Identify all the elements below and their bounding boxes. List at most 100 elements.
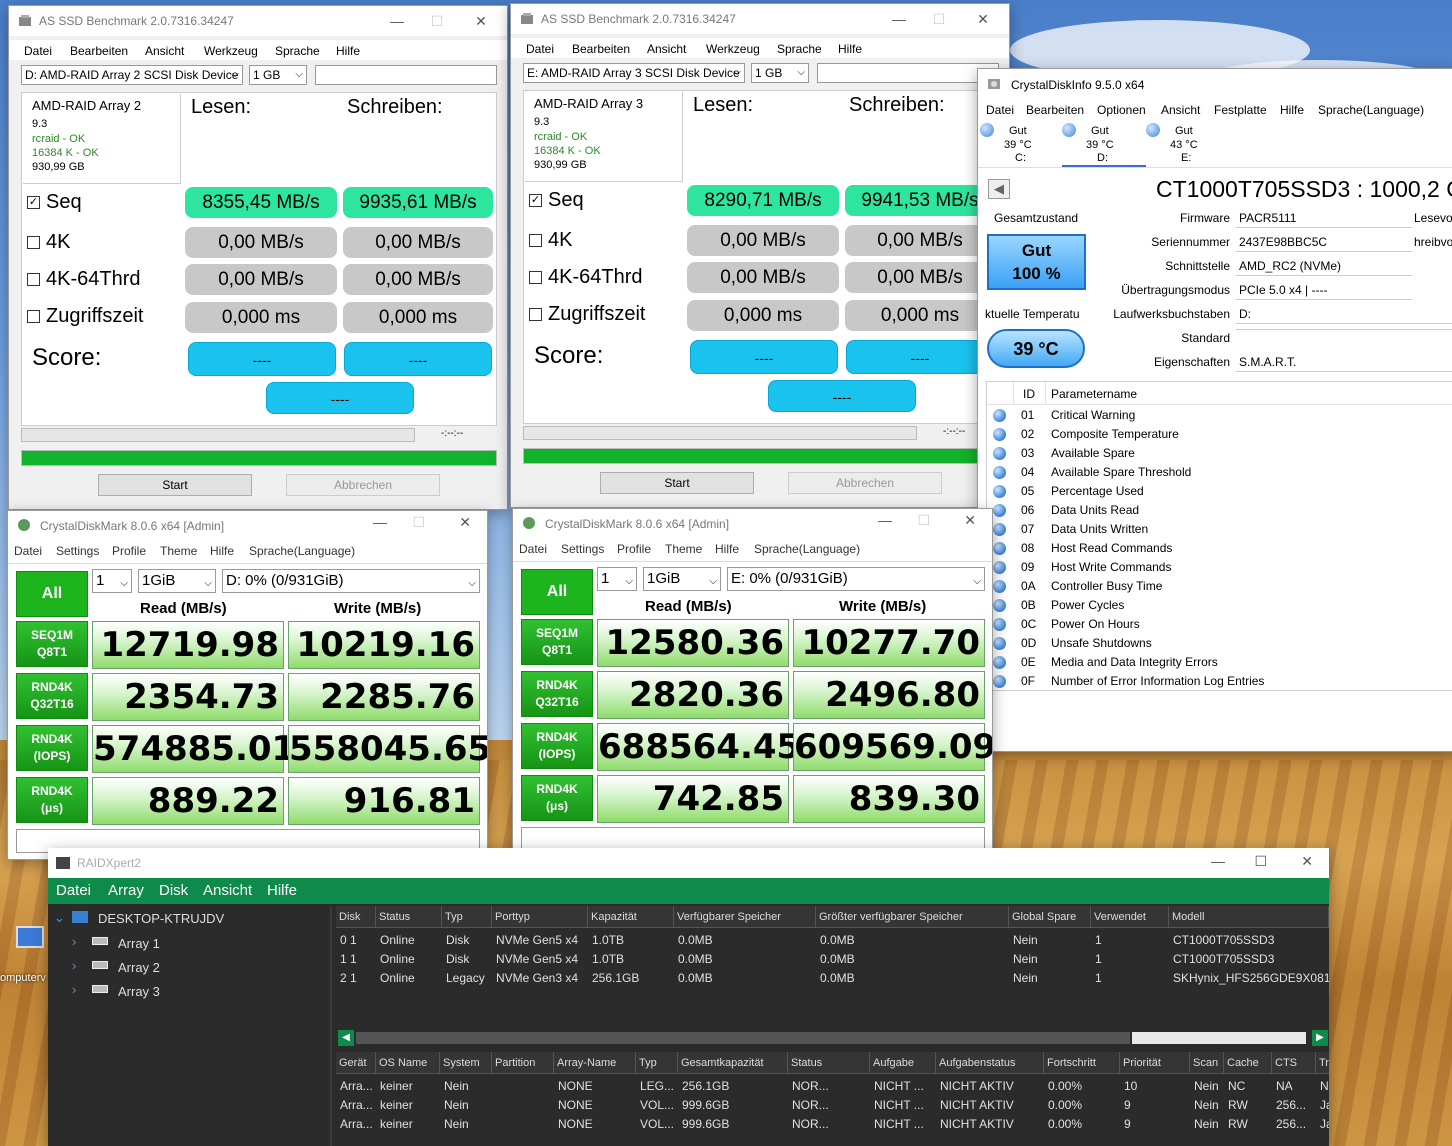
disk-column-header[interactable]: Verwendet xyxy=(1091,906,1169,928)
disk-row[interactable]: 1 1 Online Disk NVMe Gen5 x4 1.0TB 0.0MB 0.0MB… xyxy=(336,949,1329,968)
horizontal-scrollbar[interactable]: ◀ ▶ xyxy=(338,1030,1328,1046)
disk-column-header[interactable]: Porttyp xyxy=(492,906,588,928)
array-column-header[interactable]: Scan xyxy=(1190,1052,1224,1074)
drive-select[interactable]: D: AMD-RAID Array 2 SCSI Disk Device ⌵ xyxy=(21,65,243,85)
menu-festplatte[interactable]: Festplatte xyxy=(1214,103,1267,117)
row-4k-64thrd[interactable]: 4K-64Thrd xyxy=(27,268,141,291)
disk-column-header[interactable]: Global Spare xyxy=(1009,906,1091,928)
4k-64thrd-checkbox[interactable] xyxy=(529,271,542,285)
size-select[interactable]: 1GiB ⌵ xyxy=(138,569,216,593)
seq-checkbox[interactable]: ✓ xyxy=(27,196,40,210)
cancel-button[interactable]: Abbrechen xyxy=(788,472,942,494)
menu-disk[interactable]: Disk xyxy=(159,882,188,899)
array-column-header[interactable]: Cache xyxy=(1224,1052,1272,1074)
drive-select[interactable]: E: 0% (0/931GiB) ⌵ xyxy=(727,567,985,591)
menu-datei[interactable]: Datei xyxy=(986,103,1014,117)
maximize-button[interactable]: ☐ xyxy=(417,10,457,32)
smart-row[interactable]: 06 Data Units Read xyxy=(987,501,1452,520)
menu-datei[interactable]: Datei xyxy=(526,42,554,56)
row-seq[interactable]: ✓ Seq xyxy=(27,191,82,214)
smart-row[interactable]: 0D Unsafe Shutdowns xyxy=(987,634,1452,653)
smart-row[interactable]: 04 Available Spare Threshold xyxy=(987,463,1452,482)
array-column-header[interactable]: System xyxy=(440,1052,492,1074)
row-4k[interactable]: 4K xyxy=(27,231,70,254)
array-column-header[interactable]: Gesamtkapazität xyxy=(678,1052,788,1074)
disk-row[interactable]: 2 1 Online Legacy NVMe Gen3 x4 256.1GB 0.0MB 0… xyxy=(336,968,1329,987)
chevron-down-icon[interactable]: ⌄ xyxy=(54,910,65,926)
scroll-right-icon[interactable]: ▶ xyxy=(1312,1030,1328,1046)
array-column-header[interactable]: Aufgabenstatus xyxy=(936,1052,1044,1074)
menu-theme[interactable]: Theme xyxy=(665,542,702,556)
size-select[interactable]: 1GiB ⌵ xyxy=(643,567,721,591)
disk-column-header[interactable]: Größter verfügbarer Speicher xyxy=(816,906,1009,928)
maximize-button[interactable]: ☐ xyxy=(919,8,959,30)
array-column-header[interactable]: Status xyxy=(788,1052,870,1074)
menu-sprache[interactable]: Sprache(Language) xyxy=(249,544,355,558)
array-column-header[interactable]: Gerät xyxy=(336,1052,376,1074)
row-zugriffszeit[interactable]: Zugriffszeit xyxy=(529,303,645,326)
drive-select[interactable]: E: AMD-RAID Array 3 SCSI Disk Device ⌵ xyxy=(523,63,745,83)
all-button[interactable]: All xyxy=(521,569,593,615)
desktop-icon-computer[interactable]: omputerv xyxy=(0,920,48,990)
menu-datei[interactable]: Datei xyxy=(14,544,42,558)
minimize-button[interactable]: — xyxy=(377,10,417,32)
menu-settings[interactable]: Settings xyxy=(56,544,99,558)
drive-tab-c[interactable]: Gut 39 °C C: xyxy=(980,121,1054,167)
rnd4k-latency-button[interactable]: RND4K (μs) xyxy=(521,775,593,821)
row-zugriffszeit[interactable]: Zugriffszeit xyxy=(27,305,143,328)
menu-optionen[interactable]: Optionen xyxy=(1097,103,1146,117)
close-button[interactable]: ✕ xyxy=(964,512,976,529)
menu-sprache[interactable]: Sprache xyxy=(777,42,822,56)
tree-item-array-1[interactable]: › Array 1 xyxy=(72,934,312,954)
menu-ansicht[interactable]: Ansicht xyxy=(647,42,686,56)
close-button[interactable]: ✕ xyxy=(459,514,471,531)
close-button[interactable]: ✕ xyxy=(1301,853,1313,870)
menu-profile[interactable]: Profile xyxy=(617,542,651,556)
seq1m-q8t1-button[interactable]: SEQ1M Q8T1 xyxy=(521,619,593,665)
menu-hilfe[interactable]: Hilfe xyxy=(838,42,862,56)
disk-row[interactable]: 0 1 Online Disk NVMe Gen5 x4 1.0TB 0.0MB 0.0MB… xyxy=(336,930,1329,949)
cancel-button[interactable]: Abbrechen xyxy=(286,474,440,496)
column-name[interactable]: Parametername xyxy=(1051,387,1137,401)
scroll-left-icon[interactable]: ◀ xyxy=(338,1030,354,1046)
smart-row[interactable]: 0F Number of Error Information Log Entrie… xyxy=(987,672,1452,691)
minimize-button[interactable]: — xyxy=(879,8,919,30)
menu-hilfe[interactable]: Hilfe xyxy=(210,544,234,558)
array-row[interactable]: Arra... keiner Nein NONE VOL... 999.6GB NOR...… xyxy=(336,1095,1329,1114)
count-select[interactable]: 1 ⌵ xyxy=(92,569,132,593)
drive-tab-e[interactable]: Gut 43 °C E: xyxy=(1146,121,1220,167)
menu-hilfe[interactable]: Hilfe xyxy=(1280,103,1304,117)
maximize-button[interactable]: ☐ xyxy=(1254,853,1267,870)
menu-hilfe[interactable]: Hilfe xyxy=(267,882,297,899)
rnd4k-latency-button[interactable]: RND4K (μs) xyxy=(16,777,88,823)
row-4k-64thrd[interactable]: 4K-64Thrd xyxy=(529,266,643,289)
minimize-button[interactable]: — xyxy=(373,514,387,530)
menu-datei[interactable]: Datei xyxy=(56,882,91,899)
column-id[interactable]: ID xyxy=(1023,387,1035,401)
scroll-thumb[interactable] xyxy=(356,1032,1130,1044)
array-row[interactable]: Arra... keiner Nein NONE LEG... 256.1GB NOR...… xyxy=(336,1076,1329,1095)
smart-row[interactable]: 01 Critical Warning xyxy=(987,406,1452,425)
array-column-header[interactable]: Fortschritt xyxy=(1044,1052,1120,1074)
maximize-button[interactable]: ☐ xyxy=(412,514,425,531)
4k-64thrd-checkbox[interactable] xyxy=(27,273,40,287)
size-select[interactable]: 1 GB ⌵ xyxy=(249,65,307,85)
start-button[interactable]: Start xyxy=(98,474,252,496)
menu-datei[interactable]: Datei xyxy=(24,44,52,58)
info-field[interactable] xyxy=(315,65,497,85)
menu-bearbeiten[interactable]: Bearbeiten xyxy=(1026,103,1084,117)
prev-drive-button[interactable]: ◀ xyxy=(988,179,1010,199)
menu-bearbeiten[interactable]: Bearbeiten xyxy=(70,44,128,58)
minimize-button[interactable]: — xyxy=(1211,853,1225,869)
menu-profile[interactable]: Profile xyxy=(112,544,146,558)
array-column-header[interactable]: CTS xyxy=(1272,1052,1316,1074)
close-button[interactable]: ✕ xyxy=(461,10,501,32)
array-row[interactable]: Arra... keiner Nein NONE VOL... 999.6GB NOR...… xyxy=(336,1114,1329,1133)
menu-bearbeiten[interactable]: Bearbeiten xyxy=(572,42,630,56)
all-button[interactable]: All xyxy=(16,571,88,617)
rnd4k-iops-button[interactable]: RND4K (IOPS) xyxy=(521,723,593,769)
smart-row[interactable]: 08 Host Read Commands xyxy=(987,539,1452,558)
smart-row[interactable]: 05 Percentage Used xyxy=(987,482,1452,501)
tree-root[interactable]: DESKTOP-KTRUJDV xyxy=(98,911,224,926)
start-button[interactable]: Start xyxy=(600,472,754,494)
